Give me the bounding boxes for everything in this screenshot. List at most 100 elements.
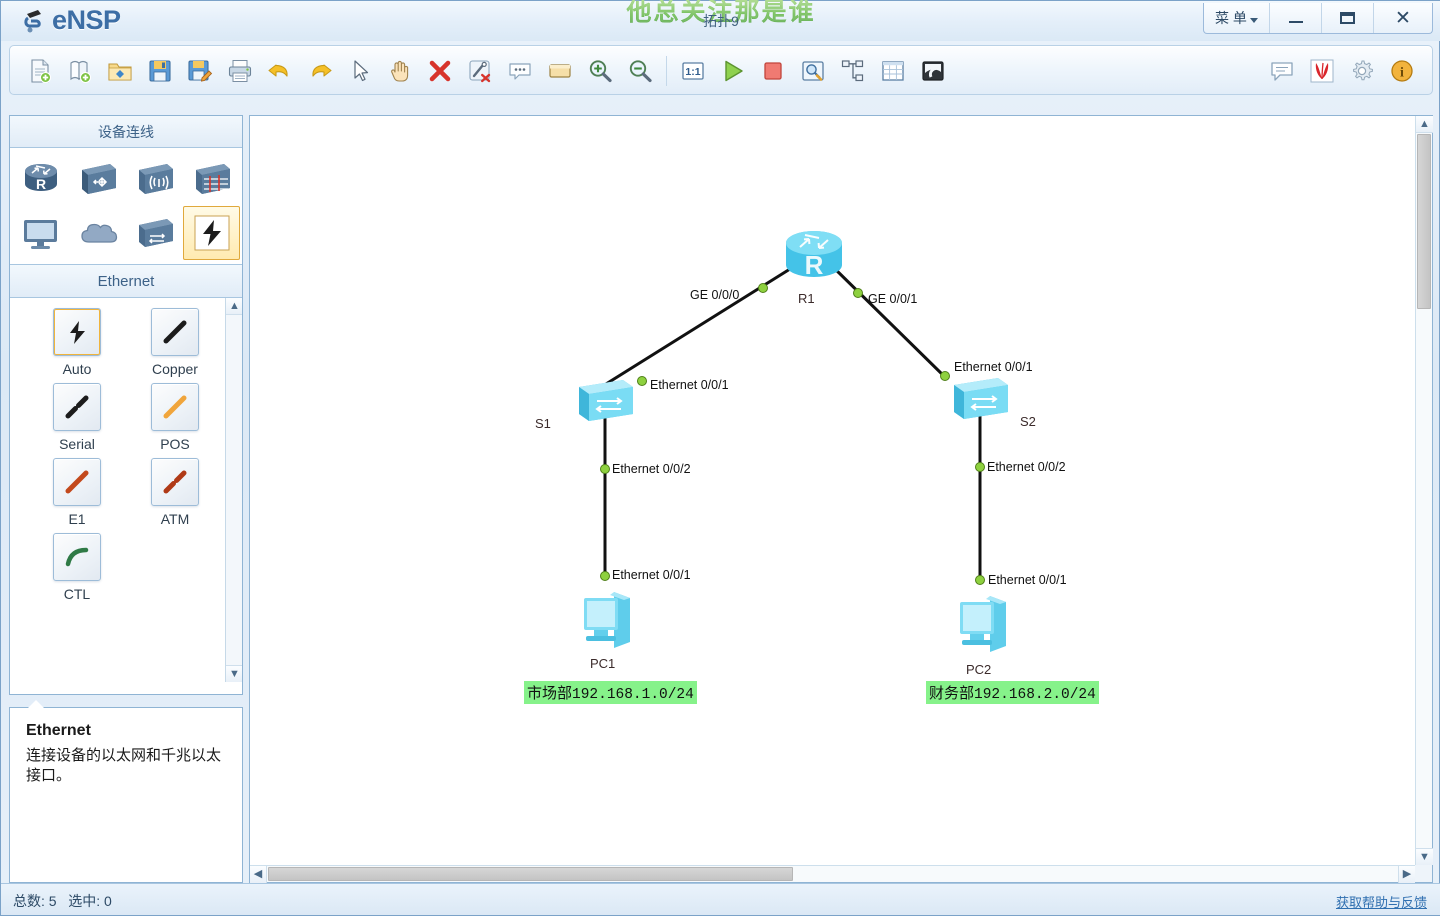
tag-market-dept: 市场部 bbox=[527, 685, 573, 702]
delete-icon[interactable] bbox=[420, 51, 460, 91]
actual-size-icon[interactable]: 1:1 bbox=[673, 51, 713, 91]
node-label-PC1: PC1 bbox=[590, 656, 616, 671]
node-PC2[interactable] bbox=[948, 590, 1016, 663]
comment-icon[interactable] bbox=[1262, 51, 1302, 91]
save-as-icon[interactable] bbox=[180, 51, 220, 91]
cable-scroll-up-button[interactable]: ▲ bbox=[226, 298, 242, 315]
cable-serial-icon bbox=[53, 383, 101, 431]
huawei-logo-icon[interactable] bbox=[1302, 51, 1342, 91]
hand-pan-icon[interactable] bbox=[380, 51, 420, 91]
canvas-vertical-scrollbar[interactable]: ▲ ▼ bbox=[1415, 116, 1433, 865]
node-label-R1: R1 bbox=[798, 291, 815, 306]
new-from-template-icon[interactable] bbox=[60, 51, 100, 91]
canvas-horizontal-scrollbar[interactable]: ◀ ▶ bbox=[250, 865, 1415, 883]
minimap-icon[interactable] bbox=[913, 51, 953, 91]
svg-text:R: R bbox=[805, 250, 824, 280]
cable-list: Auto Copper Serial POS E1 ATM CTL ▲ ▼ bbox=[10, 298, 242, 682]
title-bar: eNSP 他总关注那是谁 拓扑9 菜 单 ✕ bbox=[1, 0, 1440, 41]
save-icon[interactable] bbox=[140, 51, 180, 91]
iface-pc2-eth001: Ethernet 0/0/1 bbox=[988, 573, 1067, 587]
grid-icon[interactable] bbox=[873, 51, 913, 91]
router-icon: R bbox=[786, 231, 842, 280]
total-label: 总数: bbox=[13, 893, 45, 909]
cable-copper[interactable]: Copper bbox=[126, 308, 224, 377]
chevron-down-icon: ▼ bbox=[1419, 850, 1430, 863]
select-pointer-icon[interactable] bbox=[340, 51, 380, 91]
node-label-S2: S2 bbox=[1020, 414, 1036, 429]
maximize-button[interactable] bbox=[1322, 3, 1374, 33]
topology-canvas-container: R R1 S1 S2 PC1 PC2 GE 0/0/0 GE 0/0/1 Eth… bbox=[249, 115, 1433, 883]
switch-icon bbox=[954, 378, 1008, 419]
device-switch[interactable] bbox=[69, 152, 126, 206]
device-router[interactable]: R bbox=[12, 152, 69, 206]
status-bar: 总数: 5 选中: 0 获取帮助与反馈 bbox=[1, 883, 1440, 915]
cable-e1-label: E1 bbox=[68, 511, 86, 527]
tag-finance[interactable]: 财务部192.168.2.0/24 bbox=[926, 681, 1099, 704]
help-feedback-link[interactable]: 获取帮助与反馈 bbox=[1336, 892, 1427, 911]
undo-icon[interactable] bbox=[260, 51, 300, 91]
canvas-hscroll-thumb[interactable] bbox=[268, 867, 793, 881]
svg-text:i: i bbox=[1400, 66, 1404, 81]
node-R1[interactable]: R bbox=[778, 226, 850, 295]
help-about-icon[interactable]: i bbox=[1382, 51, 1422, 91]
cable-pos[interactable]: POS bbox=[126, 383, 224, 452]
add-shape-icon[interactable] bbox=[540, 51, 580, 91]
canvas-scroll-up-button[interactable]: ▲ bbox=[1416, 116, 1433, 133]
device-connection[interactable] bbox=[183, 206, 240, 260]
zoom-in-icon[interactable] bbox=[580, 51, 620, 91]
device-wlan[interactable] bbox=[126, 152, 183, 206]
settings-gear-icon[interactable] bbox=[1342, 51, 1382, 91]
cable-e1[interactable]: E1 bbox=[28, 458, 126, 527]
canvas-vscroll-thumb[interactable] bbox=[1417, 134, 1431, 309]
cable-serial[interactable]: Serial bbox=[28, 383, 126, 452]
topology-canvas[interactable]: R R1 S1 S2 PC1 PC2 GE 0/0/0 GE 0/0/1 Eth… bbox=[250, 116, 1415, 865]
new-topology-icon[interactable] bbox=[20, 51, 60, 91]
add-note-icon[interactable] bbox=[500, 51, 540, 91]
switch-icon bbox=[579, 380, 633, 421]
iface-pc1-eth001: Ethernet 0/0/1 bbox=[612, 568, 691, 582]
cable-copper-icon bbox=[151, 308, 199, 356]
node-PC1[interactable] bbox=[572, 586, 640, 659]
device-stack[interactable] bbox=[126, 206, 183, 260]
print-icon[interactable] bbox=[220, 51, 260, 91]
delete-link-icon[interactable] bbox=[460, 51, 500, 91]
cable-ctl[interactable]: CTL bbox=[28, 533, 126, 602]
topology-tree-icon[interactable] bbox=[833, 51, 873, 91]
canvas-scroll-right-button[interactable]: ▶ bbox=[1398, 866, 1415, 883]
iface-s1-eth002: Ethernet 0/0/2 bbox=[612, 462, 691, 476]
stop-all-icon[interactable] bbox=[753, 51, 793, 91]
cable-scroll-down-button[interactable]: ▼ bbox=[226, 665, 242, 682]
cable-pos-label: POS bbox=[160, 436, 190, 452]
selected-value: 0 bbox=[104, 893, 112, 909]
pc-icon bbox=[584, 592, 630, 648]
node-S2[interactable] bbox=[950, 374, 1012, 431]
capture-packet-icon[interactable] bbox=[793, 51, 833, 91]
device-cloud[interactable] bbox=[69, 206, 126, 260]
canvas-scroll-down-button[interactable]: ▼ bbox=[1416, 848, 1433, 865]
toolbar-right-group: i bbox=[1262, 50, 1422, 92]
redo-icon[interactable] bbox=[300, 51, 340, 91]
iface-s2-eth001: Ethernet 0/0/1 bbox=[954, 360, 1033, 374]
cable-atm-icon bbox=[151, 458, 199, 506]
minimize-button[interactable] bbox=[1270, 3, 1322, 33]
iface-s2-eth002: Ethernet 0/0/2 bbox=[987, 460, 1066, 474]
zoom-out-icon[interactable] bbox=[620, 51, 660, 91]
close-button[interactable]: ✕ bbox=[1374, 3, 1432, 33]
node-S1[interactable] bbox=[575, 376, 637, 433]
device-stack-icon bbox=[138, 219, 173, 247]
cable-list-scrollbar[interactable]: ▲ ▼ bbox=[225, 298, 242, 682]
menu-button[interactable]: 菜 单 bbox=[1204, 3, 1270, 33]
cable-auto[interactable]: Auto bbox=[28, 308, 126, 377]
cable-atm[interactable]: ATM bbox=[126, 458, 224, 527]
start-all-icon[interactable] bbox=[713, 51, 753, 91]
open-folder-icon[interactable] bbox=[100, 51, 140, 91]
device-firewall[interactable] bbox=[183, 152, 240, 206]
tag-market[interactable]: 市场部192.168.1.0/24 bbox=[524, 681, 697, 704]
selected-label: 选中: bbox=[68, 893, 101, 909]
window-controls: 菜 单 ✕ bbox=[1203, 3, 1433, 34]
iface-r1-ge000: GE 0/0/0 bbox=[690, 288, 740, 302]
maximize-icon bbox=[1340, 12, 1355, 24]
svg-text:R: R bbox=[35, 176, 45, 192]
canvas-scroll-left-button[interactable]: ◀ bbox=[250, 866, 267, 883]
device-endpoint[interactable] bbox=[12, 206, 69, 260]
